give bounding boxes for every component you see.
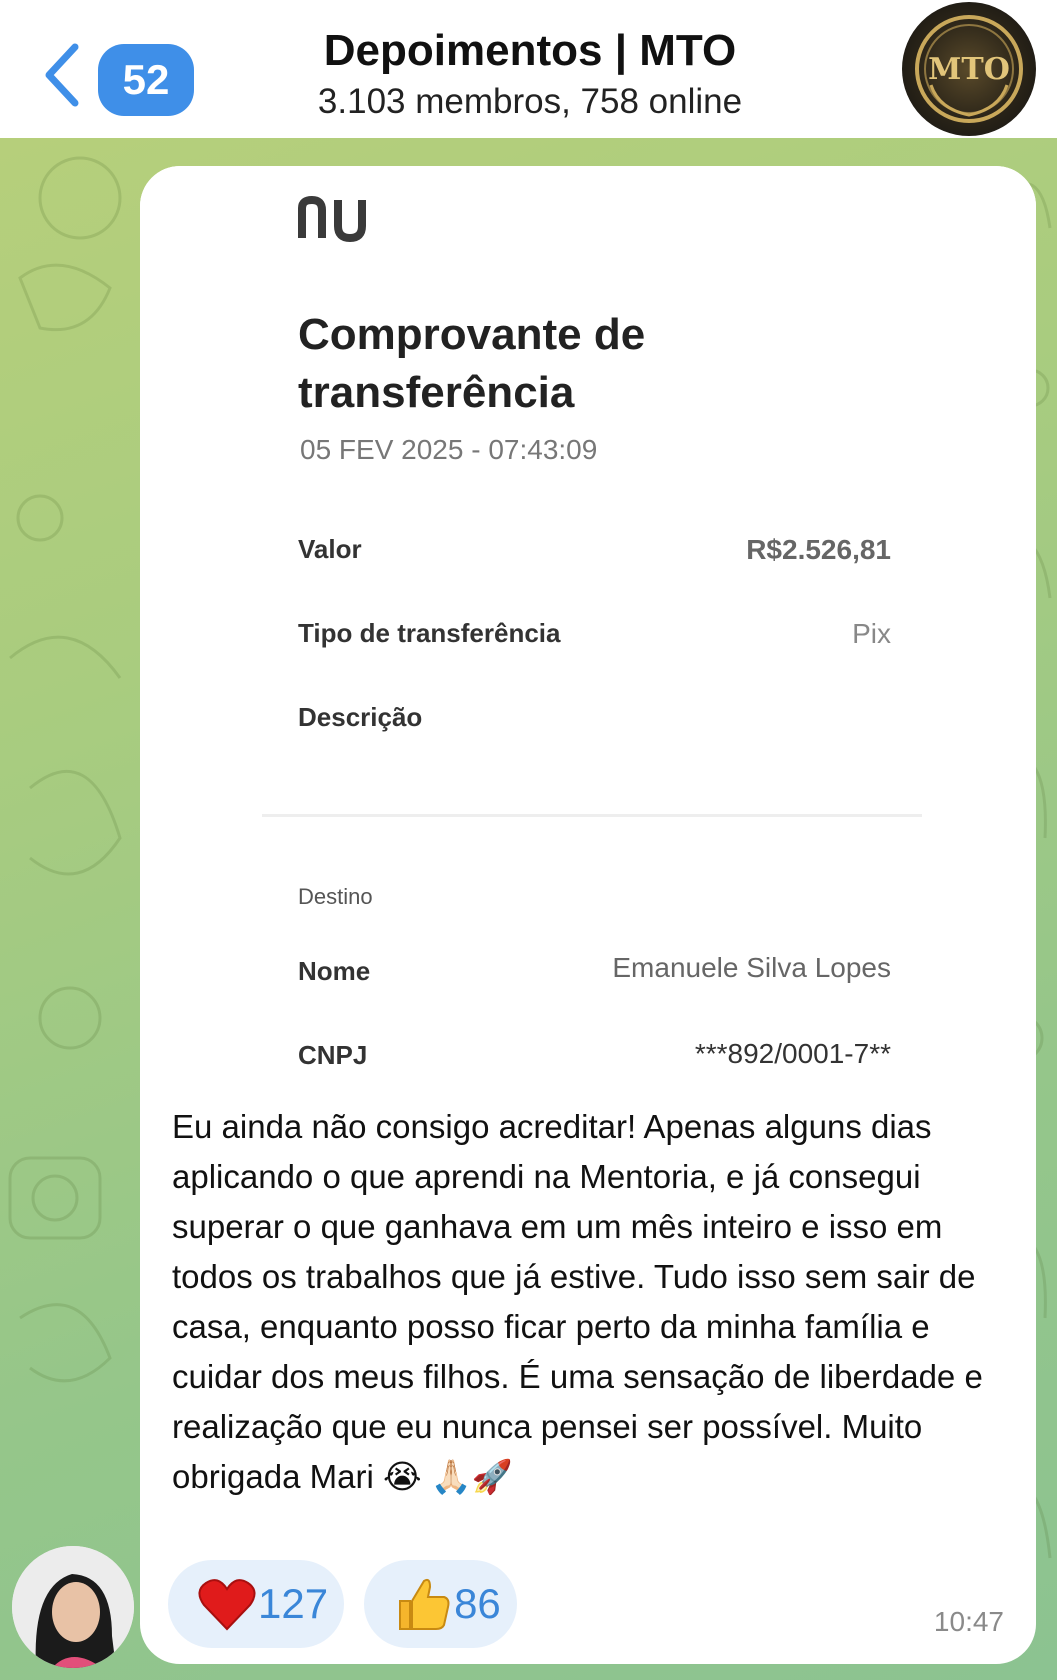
receipt-label-descricao: Descrição: [298, 702, 423, 732]
receipt-date: 05 FEV 2025 - 07:43:09: [300, 434, 598, 465]
sender-avatar[interactable]: [12, 1546, 134, 1668]
chat-member-count: 3.103 membros, 758 online: [317, 82, 743, 121]
chat-area: Comprovante de transferência 05 FEV 2025…: [0, 138, 1057, 1680]
group-avatar[interactable]: MTO: [902, 2, 1036, 136]
chat-title-block[interactable]: Depoimentos | MTO 3.103 membros, 758 onl…: [220, 22, 840, 124]
thumbs-up-icon: [399, 1578, 450, 1630]
receipt-label-valor: Valor: [298, 534, 362, 564]
receipt-label-tipo: Tipo de transferência: [298, 618, 561, 648]
heart-icon: [198, 1579, 256, 1631]
unread-count-badge[interactable]: 52: [98, 44, 194, 116]
reaction-heart-count: 127: [258, 1580, 329, 1627]
mto-logo-icon: MTO: [915, 15, 1023, 123]
chat-header: 52 Depoimentos | MTO 3.103 membros, 758 …: [0, 0, 1057, 138]
message-bubble[interactable]: Comprovante de transferência 05 FEV 2025…: [140, 166, 1036, 1664]
receipt-value-tipo: Pix: [852, 618, 891, 649]
message-time: 10:47: [933, 1606, 1004, 1637]
receipt-label-nome: Nome: [298, 956, 371, 986]
receipt-image[interactable]: Comprovante de transferência 05 FEV 2025…: [140, 166, 1036, 1106]
receipt-value-cnpj: ***892/0001-7**: [694, 1038, 891, 1069]
nubank-logo: [298, 196, 366, 242]
receipt-section-destino: Destino: [298, 884, 373, 909]
reaction-thumbs-up-count: 86: [454, 1580, 501, 1627]
message-text: Eu ainda não consigo acreditar! Apenas a…: [172, 1108, 983, 1495]
receipt-value-nome: Emanuele Silva Lopes: [612, 952, 891, 983]
receipt-value-valor: R$2.526,81: [746, 534, 891, 565]
receipt-divider: [262, 814, 922, 817]
logo-text: MTO: [928, 52, 1010, 87]
sender-photo: [12, 1546, 134, 1668]
chat-title: Depoimentos | MTO: [323, 26, 737, 75]
chevron-left-icon: [45, 43, 79, 107]
receipt-title: Comprovante de transferência: [298, 310, 646, 417]
reactions-bar: 127 86: [168, 1560, 517, 1648]
back-button[interactable]: [36, 40, 86, 110]
reaction-heart[interactable]: 127: [168, 1560, 345, 1648]
receipt-label-cnpj: CNPJ: [298, 1040, 368, 1070]
reaction-thumbs-up[interactable]: 86: [364, 1560, 517, 1648]
